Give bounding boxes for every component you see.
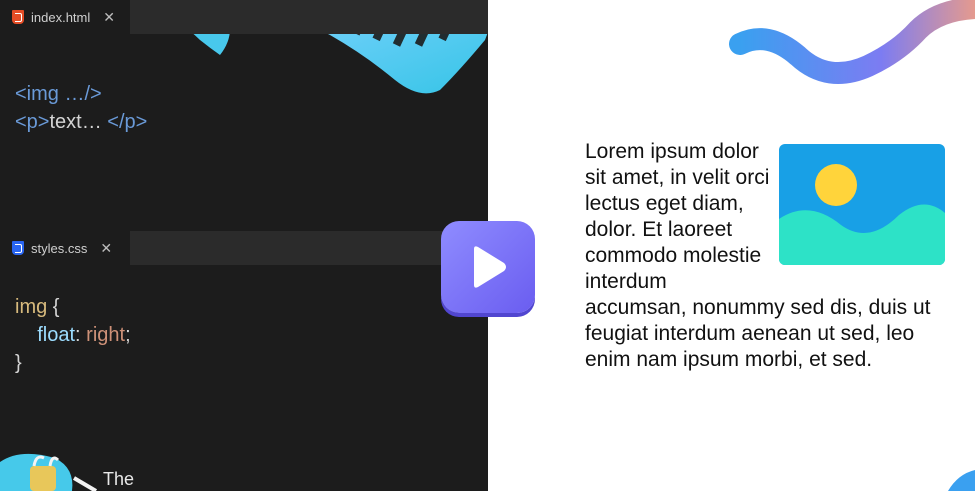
code-property: float — [37, 324, 76, 346]
decorative-character-icon — [0, 453, 98, 491]
code-open-brace: { — [47, 296, 60, 318]
play-icon — [474, 246, 506, 288]
code-value: right — [86, 324, 126, 346]
html-code-block: <img …/> <p>text… </p> — [15, 80, 147, 136]
tab-label: index.html — [31, 9, 91, 25]
close-icon[interactable]: ✕ — [100, 240, 112, 257]
code-semicolon: ; — [125, 324, 131, 346]
float-demo-article: Lorem ipsum dolor sit amet, in velit orc… — [585, 139, 945, 373]
tab-label: styles.css — [31, 240, 88, 256]
html5-file-icon — [12, 10, 24, 24]
css-code-block: img { float: right; } — [15, 293, 131, 377]
code-img-tag: <img …/> — [15, 83, 102, 105]
code-p-open-tag: <p> — [15, 111, 50, 133]
html-tab-bar: index.html ✕ — [0, 0, 488, 34]
tab-styles-css[interactable]: styles.css ✕ — [0, 231, 130, 265]
close-icon[interactable]: ✕ — [103, 9, 115, 26]
landscape-image-icon — [779, 144, 945, 265]
decorative-wave — [729, 0, 975, 84]
decorative-corner-shape — [948, 470, 975, 491]
caption-text: The — [103, 469, 135, 489]
code-selector: img — [15, 296, 48, 318]
css-tab-bar: styles.css ✕ — [0, 231, 488, 265]
code-colon: : — [75, 324, 87, 346]
code-close-brace: } — [15, 352, 22, 374]
tab-index-html[interactable]: index.html ✕ — [0, 0, 130, 34]
browser-preview: Lorem ipsum dolor sit amet, in velit orc… — [488, 0, 975, 491]
css3-file-icon — [12, 241, 24, 255]
code-editor: index.html ✕ <img …/> <p>text… </p> styl… — [0, 0, 488, 491]
code-p-text: text… — [49, 111, 108, 133]
play-button[interactable] — [441, 221, 535, 313]
code-p-close-tag: </p> — [107, 111, 148, 133]
